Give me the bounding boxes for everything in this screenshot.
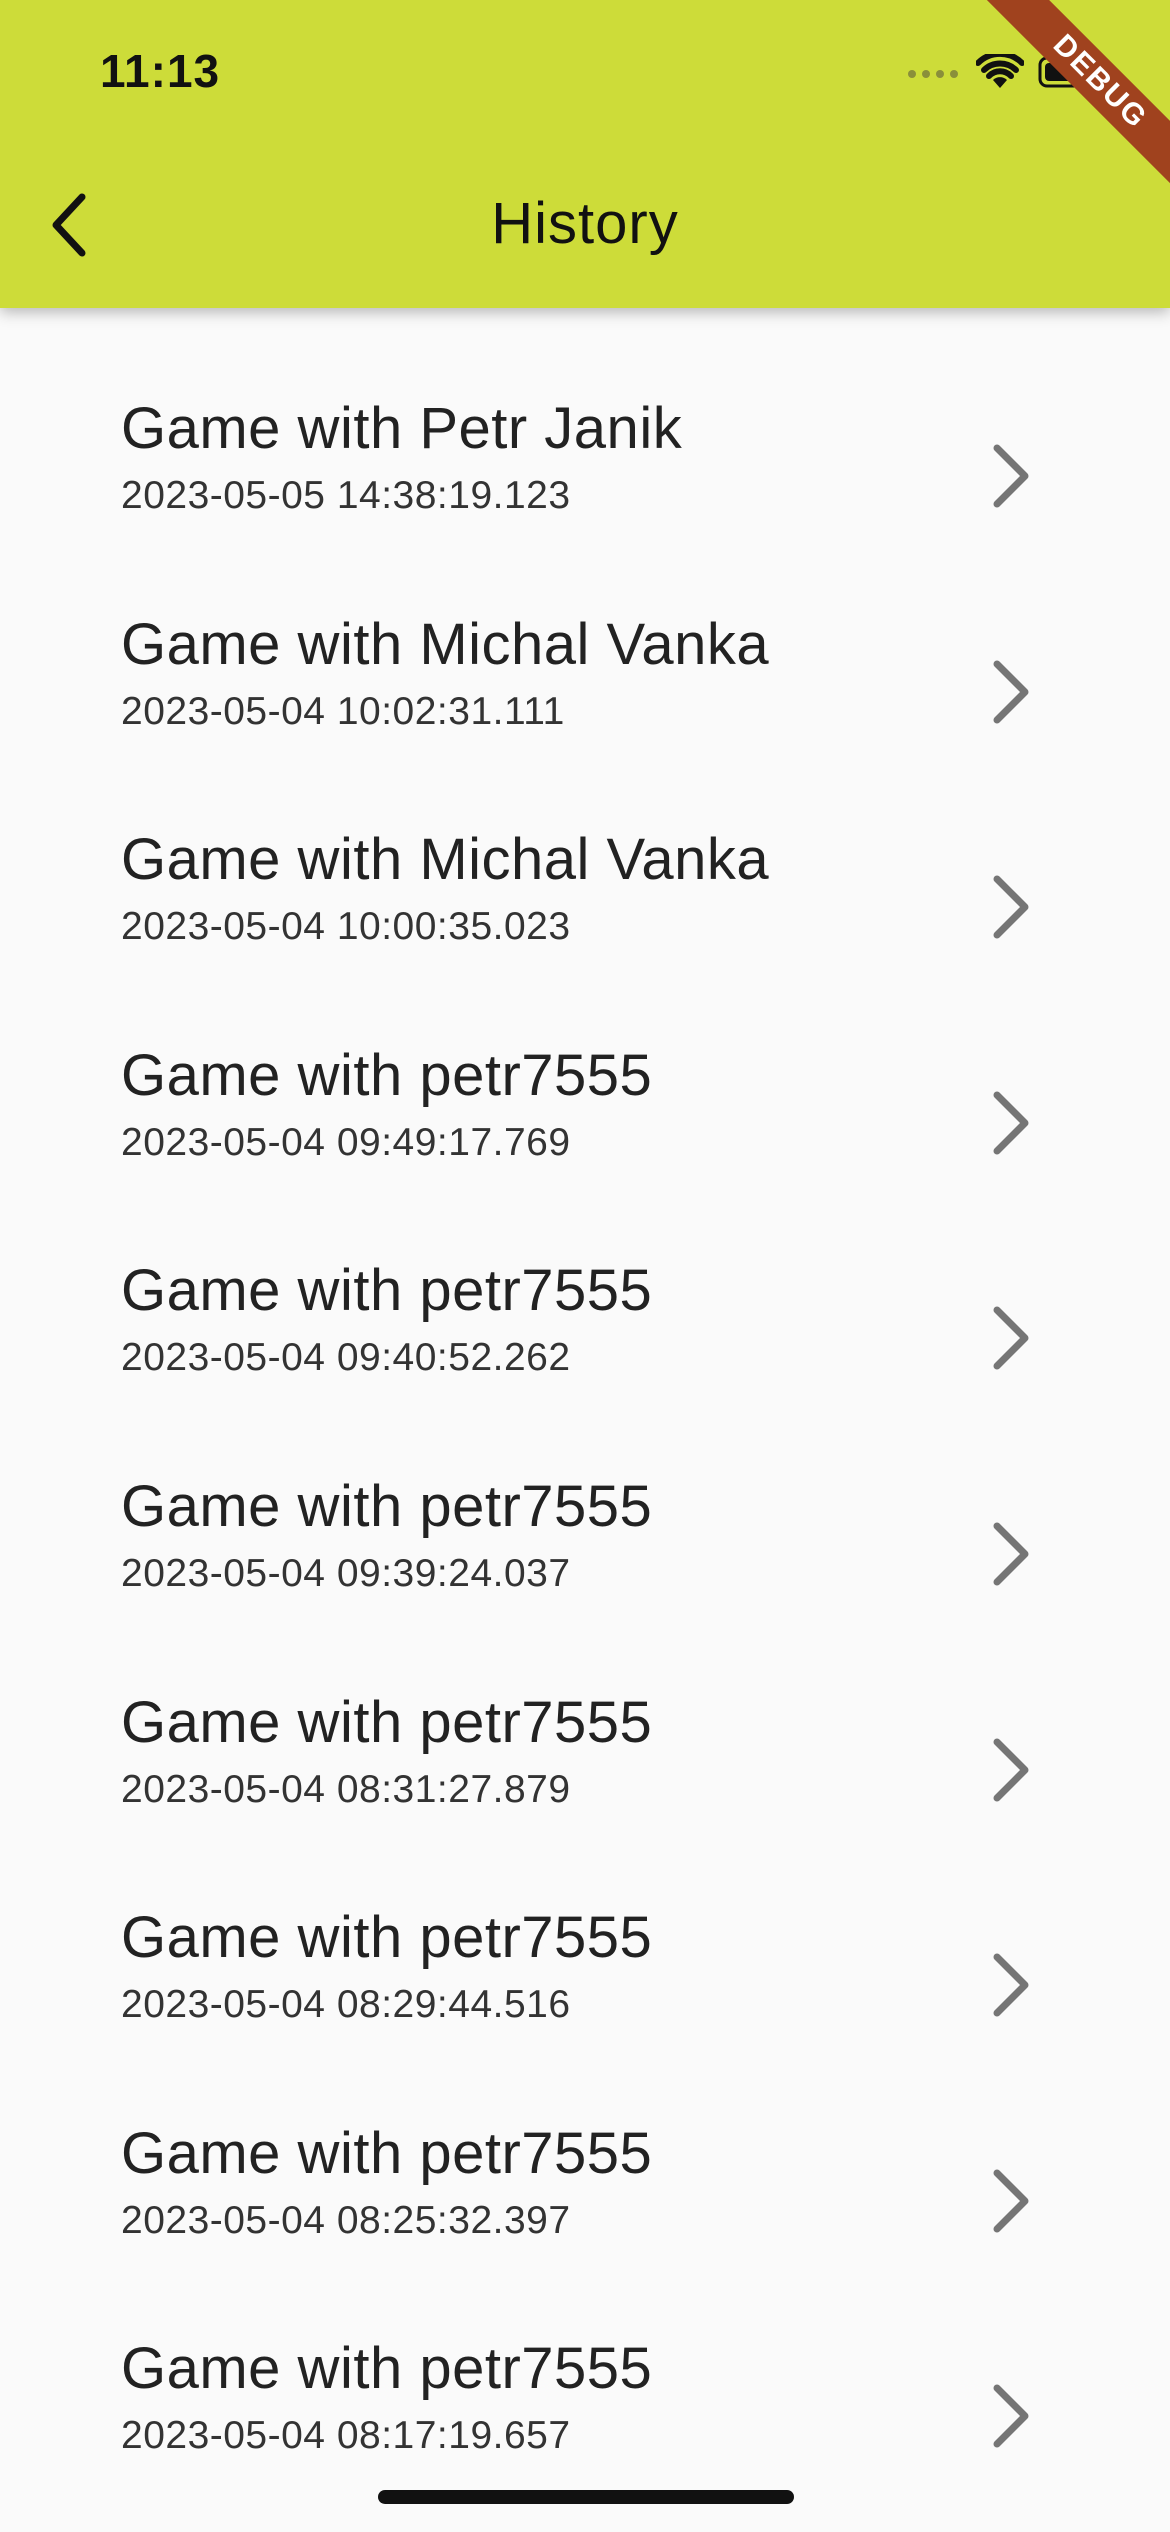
- chevron-right-icon: [993, 660, 1029, 724]
- history-item-timestamp: 2023-05-04 08:25:32.397: [121, 2198, 571, 2242]
- history-item[interactable]: Game with petr7555 2023-05-04 08:29:44.5…: [0, 1817, 1170, 2033]
- history-item[interactable]: Game with petr7555 2023-05-04 09:40:52.2…: [0, 1170, 1170, 1386]
- history-item-timestamp: 2023-05-04 08:17:19.657: [121, 2414, 571, 2458]
- chevron-right-icon: [993, 2169, 1029, 2233]
- chevron-right-icon: [993, 2384, 1029, 2448]
- chevron-right-icon: [993, 1306, 1029, 1370]
- history-item-title: Game with petr7555: [121, 2120, 653, 2186]
- history-item-timestamp: 2023-05-04 10:00:35.023: [121, 905, 571, 949]
- debug-banner: DEBUG: [970, 0, 1170, 200]
- history-item-timestamp: 2023-05-04 08:31:27.879: [121, 1767, 571, 1811]
- debug-banner-label: DEBUG: [978, 0, 1170, 200]
- history-item[interactable]: Game with Michal Vanka 2023-05-04 10:00:…: [0, 739, 1170, 955]
- history-item-timestamp: 2023-05-04 09:49:17.769: [121, 1120, 571, 1164]
- history-item-title: Game with petr7555: [121, 1905, 653, 1971]
- history-item-title: Game with Petr Janik: [121, 396, 683, 461]
- history-item-title: Game with petr7555: [121, 1258, 653, 1324]
- history-item[interactable]: Game with petr7555 2023-05-04 09:49:17.7…: [0, 955, 1170, 1171]
- history-item-timestamp: 2023-05-05 14:38:19.123: [121, 474, 571, 517]
- chevron-right-icon: [993, 1522, 1029, 1586]
- history-item-title: Game with petr7555: [121, 1689, 653, 1755]
- chevron-right-icon: [993, 875, 1029, 939]
- history-item[interactable]: Game with Michal Vanka 2023-05-04 10:02:…: [0, 524, 1170, 740]
- history-item[interactable]: Game with petr7555 2023-05-04 08:31:27.8…: [0, 1602, 1170, 1818]
- history-list: Game with Petr Janik 2023-05-05 14:38:19…: [0, 308, 1170, 2464]
- history-item-title: Game with petr7555: [121, 1042, 653, 1108]
- history-item[interactable]: Game with petr7555 2023-05-04 08:17:19.6…: [0, 2248, 1170, 2464]
- cellular-signal-icon: [908, 70, 958, 78]
- history-item-timestamp: 2023-05-04 10:02:31.111: [121, 689, 565, 733]
- chevron-right-icon: [993, 1953, 1029, 2017]
- history-item-title: Game with Michal Vanka: [121, 611, 770, 677]
- chevron-right-icon: [993, 444, 1029, 508]
- history-item-timestamp: 2023-05-04 08:29:44.516: [121, 1983, 571, 2027]
- home-indicator[interactable]: [378, 2490, 794, 2504]
- history-item-timestamp: 2023-05-04 09:40:52.262: [121, 1336, 571, 1380]
- page-title: History: [491, 191, 679, 256]
- history-item-timestamp: 2023-05-04 09:39:24.037: [121, 1551, 571, 1595]
- history-item-title: Game with petr7555: [121, 2336, 653, 2402]
- status-time: 11:13: [100, 45, 221, 97]
- history-item[interactable]: Game with petr7555 2023-05-04 09:39:24.0…: [0, 1386, 1170, 1602]
- chevron-right-icon: [993, 1091, 1029, 1155]
- history-item[interactable]: Game with Petr Janik 2023-05-05 14:38:19…: [0, 308, 1170, 524]
- history-item-title: Game with petr7555: [121, 1473, 653, 1539]
- history-item-title: Game with Michal Vanka: [121, 827, 770, 893]
- chevron-right-icon: [993, 1738, 1029, 1802]
- history-item[interactable]: Game with petr7555 2023-05-04 08:25:32.3…: [0, 2033, 1170, 2249]
